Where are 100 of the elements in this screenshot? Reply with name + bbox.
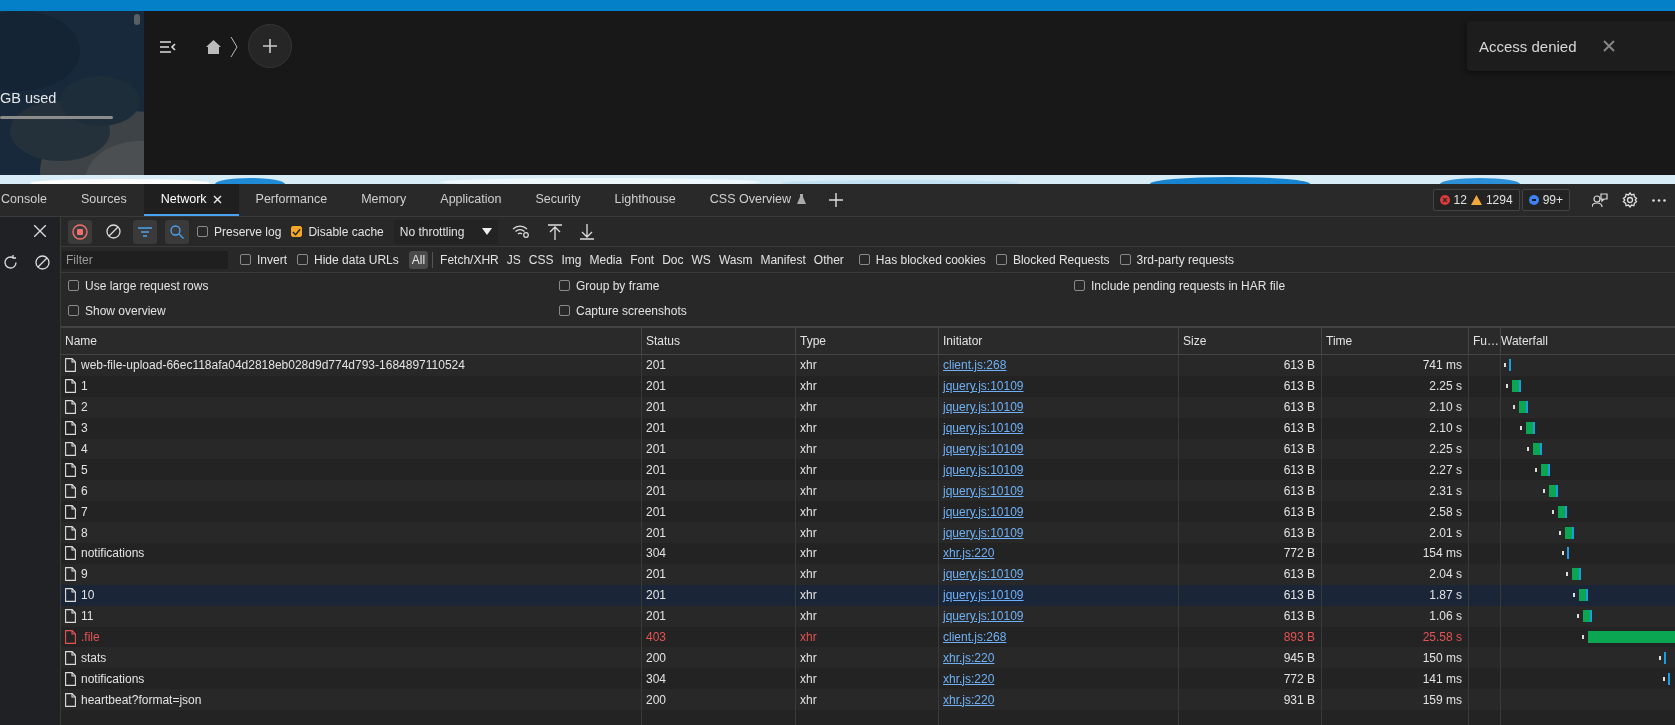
initiator-link[interactable]: jquery.js:10109 bbox=[943, 525, 1024, 540]
column-header[interactable]: Time bbox=[1322, 328, 1469, 354]
status-code: 201 bbox=[646, 442, 667, 456]
add-button[interactable] bbox=[248, 24, 292, 68]
type-filter-button[interactable]: Fetch/XHR bbox=[437, 250, 502, 269]
checkbox[interactable] bbox=[1119, 254, 1131, 265]
filter-button[interactable] bbox=[133, 219, 157, 244]
download-icon[interactable] bbox=[580, 223, 595, 240]
column-header[interactable]: Size bbox=[1179, 328, 1322, 354]
devtools-tab[interactable]: Performance bbox=[238, 184, 345, 216]
devtools-tab[interactable]: CSS Overview bbox=[692, 184, 824, 216]
request-name[interactable]: 8 bbox=[81, 525, 88, 540]
type-filter-button[interactable]: CSS bbox=[525, 250, 557, 269]
request-name[interactable]: 5 bbox=[81, 462, 88, 477]
initiator-link[interactable]: jquery.js:10109 bbox=[943, 588, 1024, 603]
devtools-tab[interactable]: Memory bbox=[344, 184, 424, 216]
initiator-link[interactable]: jquery.js:10109 bbox=[943, 442, 1024, 456]
request-name[interactable]: 7 bbox=[81, 504, 88, 519]
type-filter-button[interactable]: Img bbox=[558, 250, 585, 269]
checkbox-label: Disable cache bbox=[308, 224, 384, 239]
initiator-link[interactable]: jquery.js:10109 bbox=[943, 421, 1024, 436]
more-icon[interactable] bbox=[1652, 198, 1666, 202]
request-type: xhr bbox=[800, 630, 817, 644]
initiator-link[interactable]: jquery.js:10109 bbox=[943, 609, 1024, 624]
initiator-link[interactable]: xhr.js:220 bbox=[943, 692, 995, 707]
column-header[interactable]: Fu… bbox=[1469, 328, 1501, 354]
issues-counter[interactable]: 99+ bbox=[1521, 189, 1570, 211]
clear-icon[interactable] bbox=[106, 224, 121, 239]
collapse-menu-icon[interactable] bbox=[160, 41, 176, 53]
request-name[interactable]: 11 bbox=[81, 609, 94, 624]
request-name[interactable]: 6 bbox=[81, 483, 88, 498]
column-header[interactable]: Initiator bbox=[939, 328, 1179, 354]
type-filter-button[interactable]: Font bbox=[627, 250, 658, 269]
column-header[interactable]: Type bbox=[796, 328, 939, 354]
checkbox[interactable] bbox=[1074, 280, 1085, 291]
initiator-link[interactable]: jquery.js:10109 bbox=[943, 379, 1024, 394]
initiator-link[interactable]: xhr.js:220 bbox=[943, 546, 995, 561]
checkbox[interactable] bbox=[240, 254, 251, 265]
checkbox[interactable] bbox=[559, 305, 570, 316]
type-filter-button[interactable]: WS bbox=[688, 250, 714, 269]
request-name[interactable]: web-file-upload-66ec118afa04d2818eb028d9d774d793-1684897110524 bbox=[81, 358, 465, 373]
request-name[interactable]: heartbeat?format=json bbox=[81, 692, 202, 707]
devtools-tab[interactable]: Application bbox=[423, 184, 519, 216]
type-filter-button[interactable]: All bbox=[408, 250, 429, 269]
file-icon bbox=[65, 421, 76, 436]
upload-icon[interactable] bbox=[548, 223, 563, 240]
block-icon[interactable] bbox=[35, 255, 50, 270]
status-code: 201 bbox=[646, 609, 667, 624]
request-name[interactable]: 4 bbox=[81, 442, 88, 456]
devtools-tab[interactable]: Security bbox=[518, 184, 598, 216]
wifi-settings-icon[interactable] bbox=[512, 224, 531, 239]
request-name[interactable]: .file bbox=[81, 630, 100, 644]
add-tab-icon[interactable] bbox=[829, 193, 844, 207]
request-name[interactable]: 1 bbox=[81, 379, 88, 394]
type-filter-button[interactable]: Media bbox=[586, 250, 626, 269]
request-name[interactable]: 3 bbox=[81, 421, 88, 436]
initiator-link[interactable]: xhr.js:220 bbox=[943, 671, 995, 686]
request-name[interactable]: 2 bbox=[81, 400, 88, 415]
type-filter-button[interactable]: Manifest bbox=[757, 250, 809, 269]
search-button[interactable] bbox=[165, 219, 189, 244]
type-filter-button[interactable]: Other bbox=[810, 250, 847, 269]
checkbox[interactable] bbox=[559, 280, 570, 291]
initiator-link[interactable]: xhr.js:220 bbox=[943, 650, 995, 665]
type-filter-button[interactable]: Wasm bbox=[715, 250, 756, 269]
initiator-link[interactable]: client.js:268 bbox=[943, 630, 1007, 644]
type-filter-button[interactable]: Doc bbox=[659, 250, 687, 269]
devtools-tab[interactable]: Lighthouse bbox=[597, 184, 693, 216]
throttling-dropdown[interactable]: No throttling bbox=[393, 219, 499, 244]
request-name[interactable]: notifications bbox=[81, 671, 145, 686]
checkbox[interactable] bbox=[858, 254, 870, 265]
initiator-link[interactable]: jquery.js:10109 bbox=[943, 400, 1024, 415]
request-name[interactable]: 10 bbox=[81, 588, 95, 603]
home-icon[interactable] bbox=[206, 40, 221, 54]
checkbox[interactable] bbox=[995, 254, 1007, 265]
checkbox[interactable] bbox=[297, 254, 308, 265]
devtools-tab[interactable]: Sources bbox=[63, 184, 144, 216]
reload-icon[interactable] bbox=[3, 255, 18, 270]
devtools-tab[interactable]: Network bbox=[143, 184, 239, 216]
filter-field[interactable]: Filter bbox=[62, 250, 228, 269]
checkbox[interactable] bbox=[68, 280, 79, 291]
type-filter-button[interactable]: JS bbox=[503, 250, 524, 269]
devtools-tab[interactable]: Console bbox=[0, 184, 64, 216]
stop-recording-button[interactable] bbox=[68, 219, 92, 244]
settings-icon[interactable] bbox=[1622, 192, 1638, 208]
initiator-link[interactable]: jquery.js:10109 bbox=[943, 567, 1024, 582]
column-header[interactable]: Status bbox=[642, 328, 796, 354]
column-header[interactable]: Name bbox=[61, 328, 642, 354]
initiator-link[interactable]: jquery.js:10109 bbox=[943, 483, 1024, 498]
column-header[interactable]: Waterfall bbox=[1501, 328, 1675, 354]
feedback-icon[interactable] bbox=[1592, 192, 1608, 208]
request-name[interactable]: 9 bbox=[81, 567, 88, 582]
checkbox[interactable] bbox=[291, 226, 303, 237]
request-name[interactable]: stats bbox=[81, 650, 107, 665]
initiator-link[interactable]: jquery.js:10109 bbox=[943, 504, 1024, 519]
initiator-link[interactable]: jquery.js:10109 bbox=[943, 462, 1024, 477]
checkbox[interactable] bbox=[68, 305, 79, 316]
initiator-link[interactable]: client.js:268 bbox=[943, 358, 1007, 373]
request-name[interactable]: notifications bbox=[81, 546, 145, 561]
checkbox[interactable] bbox=[197, 226, 208, 237]
console-counter[interactable]: 12 1294 bbox=[1432, 189, 1520, 211]
